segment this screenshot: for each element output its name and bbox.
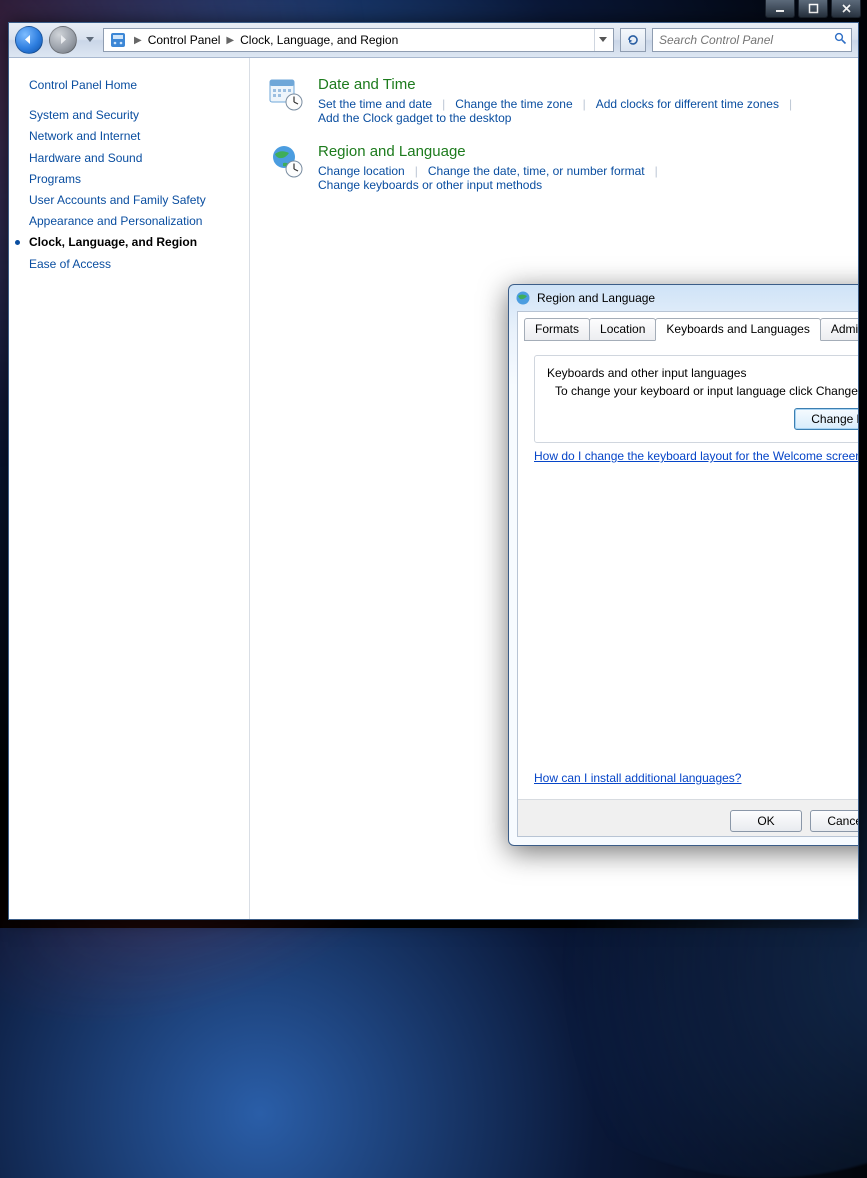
sidebar-item-appearance[interactable]: Appearance and Personalization xyxy=(29,213,239,229)
window-body: Control Panel Home System and Security N… xyxy=(9,58,858,919)
category-region-language: Region and Language Change location| Cha… xyxy=(268,143,848,192)
search-input[interactable] xyxy=(657,32,834,48)
navbar: ▶ Control Panel ▶ Clock, Language, and R… xyxy=(9,23,858,58)
nav-forward-button[interactable] xyxy=(49,26,77,54)
tab-administrative[interactable]: Administrative xyxy=(820,318,858,341)
nav-back-button[interactable] xyxy=(15,26,43,54)
link-change-time-zone[interactable]: Change the time zone xyxy=(455,97,572,111)
help-link-welcome-screen[interactable]: How do I change the keyboard layout for … xyxy=(534,449,858,463)
keyboards-groupbox: Keyboards and other input languages To c… xyxy=(534,355,858,443)
help-link-install-languages[interactable]: How can I install additional languages? xyxy=(534,771,741,785)
groupbox-title: Keyboards and other input languages xyxy=(547,366,858,380)
search-box[interactable] xyxy=(652,28,852,52)
breadcrumb-separator: ▶ xyxy=(134,35,142,46)
tab-location[interactable]: Location xyxy=(589,318,656,341)
cancel-button[interactable]: Cancel xyxy=(810,810,858,832)
control-panel-icon xyxy=(110,32,126,48)
globe-icon xyxy=(515,290,531,306)
content-pane: Date and Time Set the time and date| Cha… xyxy=(250,58,858,919)
address-bar[interactable]: ▶ Control Panel ▶ Clock, Language, and R… xyxy=(103,28,614,52)
sidebar-home-link[interactable]: Control Panel Home xyxy=(29,77,239,93)
sidebar-item-network-internet[interactable]: Network and Internet xyxy=(29,128,239,144)
change-keyboards-button[interactable]: Change keyboards... xyxy=(794,408,858,430)
minimize-button[interactable] xyxy=(765,0,795,18)
sidebar-item-ease-of-access[interactable]: Ease of Access xyxy=(29,256,239,272)
link-change-keyboards[interactable]: Change keyboards or other input methods xyxy=(318,178,542,192)
breadcrumb-separator: ▶ xyxy=(226,35,234,46)
link-change-location[interactable]: Change location xyxy=(318,164,405,178)
refresh-button[interactable] xyxy=(620,28,646,52)
sidebar-item-clock-language-region[interactable]: Clock, Language, and Region xyxy=(29,234,239,250)
sidebar-item-hardware-sound[interactable]: Hardware and Sound xyxy=(29,150,239,166)
sidebar-item-programs[interactable]: Programs xyxy=(29,171,239,187)
category-title[interactable]: Region and Language xyxy=(318,143,848,160)
tab-formats[interactable]: Formats xyxy=(524,318,590,341)
category-title[interactable]: Date and Time xyxy=(318,76,848,93)
address-history-dropdown[interactable] xyxy=(594,29,611,51)
category-date-time: Date and Time Set the time and date| Cha… xyxy=(268,76,848,125)
tab-panel-keyboards: Keyboards and other input languages To c… xyxy=(518,341,858,799)
link-set-time-date[interactable]: Set the time and date xyxy=(318,97,432,111)
calendar-clock-icon xyxy=(268,76,304,112)
dialog-title-text: Region and Language xyxy=(537,291,858,305)
ok-button[interactable]: OK xyxy=(730,810,802,832)
sidebar: Control Panel Home System and Security N… xyxy=(9,58,250,919)
breadcrumb-item[interactable]: Clock, Language, and Region xyxy=(238,33,400,47)
dialog-tabstrip: Formats Location Keyboards and Languages… xyxy=(518,312,858,341)
category-links: Set the time and date| Change the time z… xyxy=(318,97,848,125)
globe-clock-icon xyxy=(268,143,304,179)
tab-keyboards-languages[interactable]: Keyboards and Languages xyxy=(655,318,820,341)
nav-history-dropdown[interactable] xyxy=(83,30,97,50)
os-window-titlebar xyxy=(0,0,867,22)
control-panel-window: ▶ Control Panel ▶ Clock, Language, and R… xyxy=(8,22,859,920)
dialog-button-row: OK Cancel Apply xyxy=(518,799,858,836)
dialog-titlebar[interactable]: Region and Language xyxy=(509,285,858,311)
close-button[interactable] xyxy=(831,0,861,18)
category-links: Change location| Change the date, time, … xyxy=(318,164,848,192)
link-add-clocks[interactable]: Add clocks for different time zones xyxy=(596,97,779,111)
dialog-region-language: Region and Language Formats Location Key… xyxy=(508,284,858,846)
sidebar-item-system-security[interactable]: System and Security xyxy=(29,107,239,123)
breadcrumb-item[interactable]: Control Panel xyxy=(146,33,223,47)
link-change-formats[interactable]: Change the date, time, or number format xyxy=(428,164,645,178)
sidebar-item-user-accounts[interactable]: User Accounts and Family Safety xyxy=(29,192,239,208)
groupbox-description: To change your keyboard or input languag… xyxy=(555,384,858,398)
link-add-clock-gadget[interactable]: Add the Clock gadget to the desktop xyxy=(318,111,511,125)
maximize-button[interactable] xyxy=(798,0,828,18)
search-icon[interactable] xyxy=(834,32,847,48)
